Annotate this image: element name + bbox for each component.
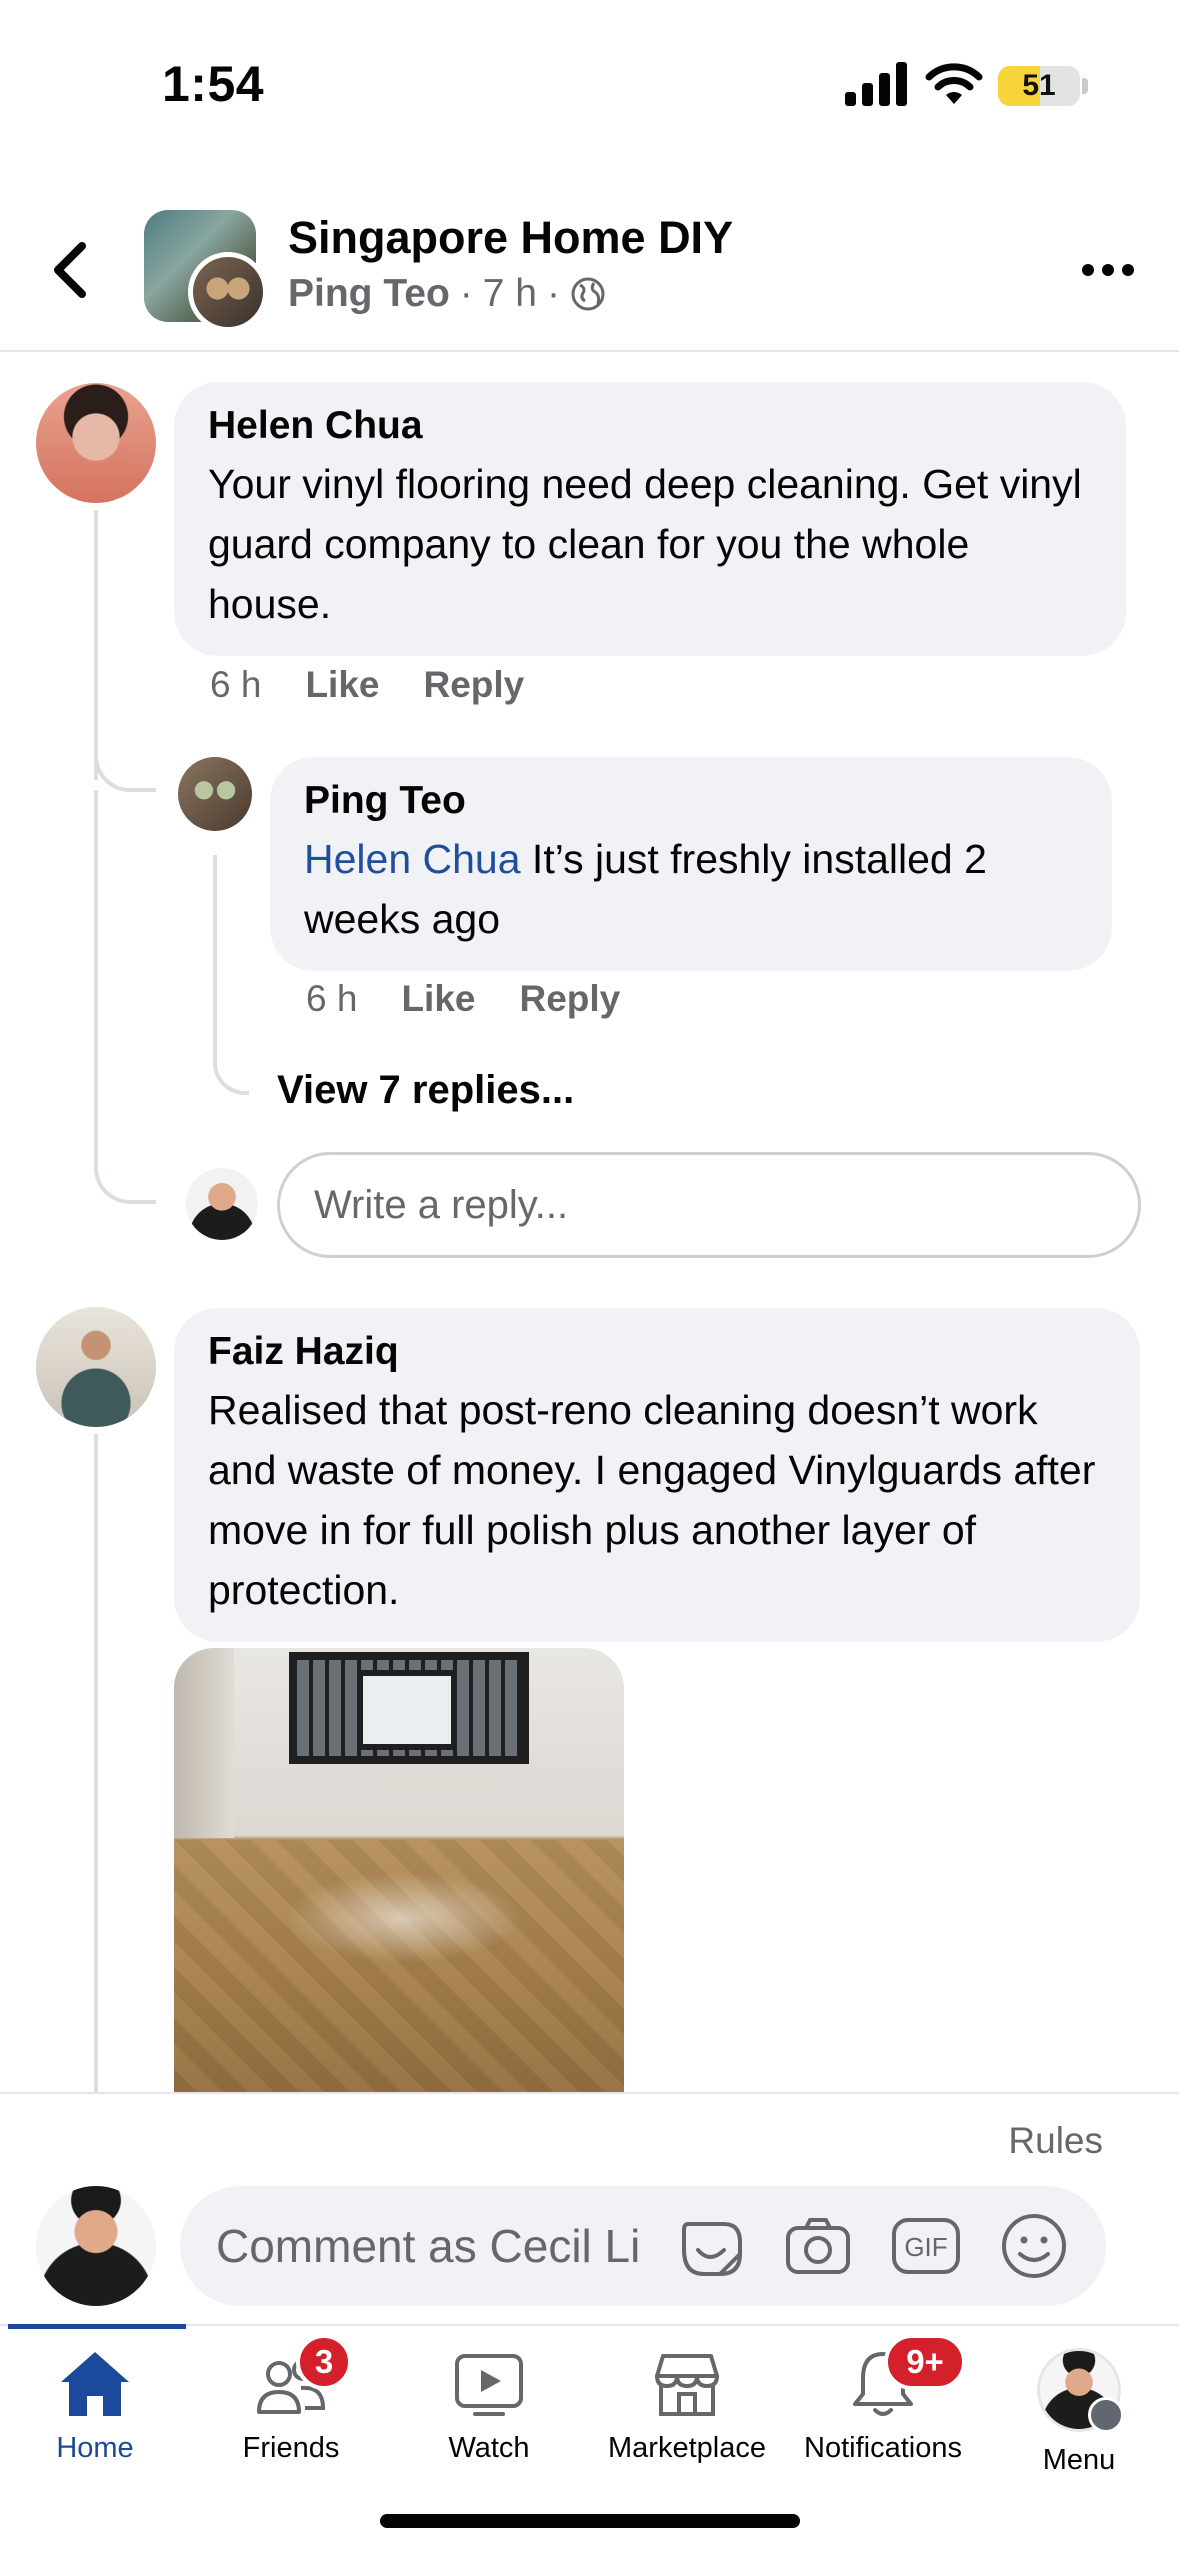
battery-nub (1082, 78, 1088, 94)
back-button[interactable] (40, 230, 100, 310)
home-icon (61, 2352, 129, 2416)
more-options-button[interactable] (1078, 250, 1138, 290)
emoji-icon[interactable] (998, 2210, 1070, 2282)
thread-line (94, 1434, 98, 2094)
comment-actions: 6 h Like Reply (210, 664, 524, 706)
comment-text: Your vinyl flooring need deep cleaning. … (208, 461, 1082, 627)
poster-avatar[interactable] (188, 252, 268, 332)
post-meta: Ping Teo · 7 h · (288, 272, 606, 316)
tab-label: Menu (1042, 2444, 1116, 2476)
thread-line (213, 855, 249, 1095)
thread-line (94, 740, 156, 792)
comment-composer: Rules Comment as Cecil Li GIF (0, 2092, 1179, 2324)
tab-label: Watch (448, 2432, 530, 2464)
home-indicator (380, 2514, 800, 2528)
battery-level: 51 (1022, 69, 1056, 102)
photo-wall (174, 1648, 234, 1838)
svg-text:GIF: GIF (904, 2232, 947, 2262)
commenter-avatar[interactable] (36, 1307, 156, 1427)
reply-bubble[interactable]: Ping Teo Helen Chua It’s just freshly in… (270, 757, 1112, 971)
comment-time: 6 h (210, 664, 262, 705)
marketplace-icon (655, 2354, 719, 2416)
menu-lines-icon (1088, 2397, 1124, 2433)
globe-icon (571, 277, 605, 311)
sticker-icon[interactable] (674, 2210, 746, 2282)
reply-time: 6 h (306, 978, 358, 1019)
commenter-avatar[interactable] (36, 383, 156, 503)
wifi-icon (925, 63, 983, 104)
composer-avatar (36, 2186, 156, 2306)
reply-button[interactable]: Reply (519, 978, 620, 1020)
status-bar: 1:54 51 (0, 0, 1179, 170)
tab-label: Notifications (804, 2432, 962, 2464)
reply-author[interactable]: Ping Teo (304, 779, 1078, 823)
notifications-badge: 9+ (884, 2334, 966, 2390)
reply-text: Helen Chua It’s just freshly installed 2… (304, 829, 1078, 949)
tab-menu[interactable]: Menu (984, 2348, 1174, 2488)
thread-line (94, 1110, 156, 1204)
post-header: Singapore Home DIY Ping Teo · 7 h · (0, 190, 1179, 352)
status-time: 1:54 (162, 56, 265, 112)
menu-avatar (1037, 2348, 1124, 2433)
meta-separator: · (459, 272, 473, 315)
tab-friends[interactable]: Friends 3 (196, 2334, 386, 2488)
mention-link[interactable]: Helen Chua (304, 836, 521, 882)
view-replies-link[interactable]: View 7 replies... (277, 1068, 574, 1113)
comment-text: Realised that post-reno cleaning doesn’t… (208, 1387, 1096, 1613)
comment-author[interactable]: Faiz Haziq (208, 1330, 1106, 1374)
tab-label: Home (56, 2432, 134, 2464)
like-button[interactable]: Like (305, 664, 379, 706)
like-button[interactable]: Like (401, 978, 475, 1020)
rules-link[interactable]: Rules (1008, 2120, 1103, 2162)
watch-icon (455, 2354, 523, 2416)
reply-avatar[interactable] (178, 757, 252, 831)
battery-indicator: 51 (998, 66, 1080, 106)
tab-label: Marketplace (608, 2432, 766, 2464)
tab-home[interactable]: Home (0, 2348, 190, 2488)
comment-input[interactable]: Comment as Cecil Li GIF (180, 2186, 1106, 2306)
write-reply-input[interactable]: Write a reply... (277, 1152, 1141, 1258)
tab-marketplace[interactable]: Marketplace (592, 2348, 782, 2488)
current-user-avatar (186, 1168, 258, 1240)
camera-icon[interactable] (782, 2210, 854, 2282)
comment-bubble[interactable]: Faiz Haziq Realised that post-reno clean… (174, 1308, 1140, 1642)
reply-button[interactable]: Reply (423, 664, 524, 706)
photo-window (289, 1652, 529, 1764)
reply-placeholder: Write a reply... (314, 1182, 569, 1227)
comment-bubble[interactable]: Helen Chua Your vinyl flooring need deep… (174, 382, 1126, 656)
cellular-signal-icon (845, 62, 907, 106)
thread-line (94, 790, 98, 1150)
meta-separator: · (547, 272, 560, 315)
post-time: 7 h (482, 272, 537, 315)
tab-label: Friends (242, 2432, 340, 2464)
tab-notifications[interactable]: Notifications 9+ (788, 2334, 978, 2488)
poster-name[interactable]: Ping Teo (288, 272, 450, 316)
reply-actions: 6 h Like Reply (306, 978, 620, 1020)
photo-floor-shine (284, 1873, 524, 1963)
gif-icon[interactable]: GIF (890, 2210, 962, 2282)
active-tab-indicator (8, 2324, 186, 2329)
group-name[interactable]: Singapore Home DIY (288, 212, 733, 264)
tab-watch[interactable]: Watch (394, 2348, 584, 2488)
comment-author[interactable]: Helen Chua (208, 404, 1092, 448)
comment-photo[interactable] (174, 1648, 624, 2094)
friends-badge: 3 (296, 2334, 352, 2390)
comment-placeholder: Comment as Cecil Li (216, 2220, 641, 2272)
